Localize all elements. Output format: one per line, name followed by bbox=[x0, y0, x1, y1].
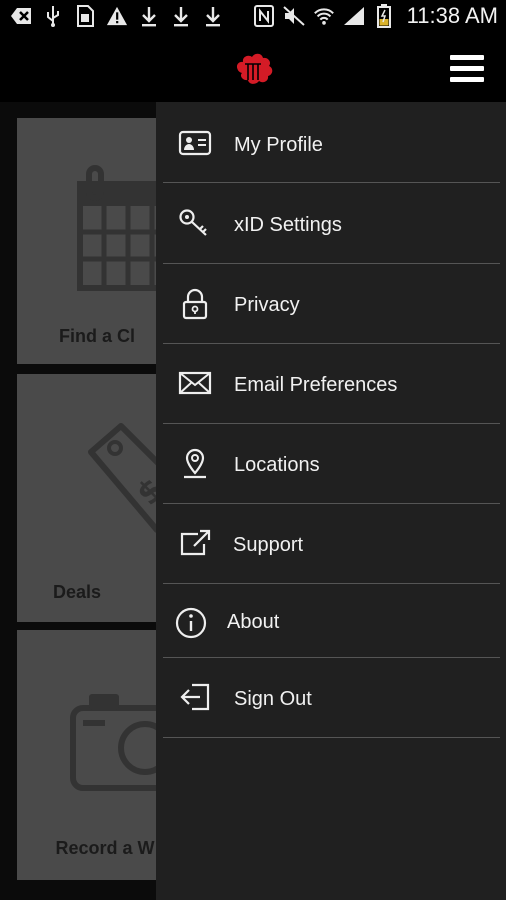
menu-item-label: About bbox=[227, 611, 280, 633]
divider bbox=[163, 657, 500, 658]
menu-item-my-profile[interactable]: My Profile bbox=[156, 104, 506, 182]
menu-item-label: Email Preferences bbox=[234, 374, 398, 396]
usb-icon bbox=[42, 4, 64, 28]
mute-icon bbox=[283, 4, 305, 28]
menu-item-sign-out[interactable]: Sign Out bbox=[156, 659, 506, 737]
menu-item-label: Sign Out bbox=[234, 688, 312, 710]
key-icon bbox=[178, 208, 212, 238]
sim-card-icon bbox=[74, 4, 96, 28]
back-arrow-icon bbox=[10, 4, 32, 28]
wifi-icon bbox=[313, 4, 335, 28]
info-icon bbox=[174, 606, 208, 639]
tile-deals[interactable]: $ Deals bbox=[17, 374, 177, 622]
status-bar: 11:38 AM bbox=[0, 0, 506, 36]
signal-icon bbox=[343, 4, 365, 28]
warning-icon bbox=[106, 4, 128, 28]
tile-find-class[interactable]: Find a Cl bbox=[17, 118, 177, 364]
external-link-icon bbox=[178, 528, 212, 558]
menu-item-about[interactable]: About bbox=[156, 584, 506, 662]
menu-item-privacy[interactable]: Privacy bbox=[156, 264, 506, 342]
divider bbox=[163, 182, 500, 183]
app-logo bbox=[232, 50, 274, 90]
menu-item-label: Support bbox=[233, 534, 304, 556]
profile-card-icon bbox=[178, 129, 212, 159]
navigation-drawer: My Profile xID Settings Privacy Email Pr… bbox=[156, 102, 506, 900]
download-icon bbox=[170, 4, 192, 28]
envelope-icon bbox=[178, 369, 212, 399]
tile-label: Deals bbox=[52, 582, 102, 602]
battery-icon bbox=[373, 4, 395, 28]
menu-item-label: Privacy bbox=[234, 294, 300, 316]
menu-item-label: Locations bbox=[234, 454, 320, 476]
tile-label: Find a Cl bbox=[59, 326, 135, 346]
status-time: 11:38 AM bbox=[406, 3, 498, 28]
location-pin-icon bbox=[178, 447, 212, 479]
menu-item-label: xID Settings bbox=[234, 214, 342, 236]
status-left-icons bbox=[10, 4, 224, 28]
menu-item-label: My Profile bbox=[234, 134, 323, 156]
menu-item-locations[interactable]: Locations bbox=[156, 424, 506, 502]
divider bbox=[163, 737, 500, 738]
download-icon bbox=[138, 4, 160, 28]
tile-label: Record a W bbox=[55, 838, 155, 858]
menu-item-support[interactable]: Support bbox=[156, 504, 506, 582]
hamburger-menu-icon[interactable] bbox=[450, 55, 484, 83]
tile-record-workout[interactable]: Record a W bbox=[17, 630, 177, 880]
lock-icon bbox=[178, 288, 212, 320]
menu-item-xid-settings[interactable]: xID Settings bbox=[156, 184, 506, 262]
download-icon bbox=[202, 4, 224, 28]
status-right-icons: 11:38 AM bbox=[253, 3, 498, 29]
menu-item-email-preferences[interactable]: Email Preferences bbox=[156, 344, 506, 422]
sign-out-icon bbox=[178, 681, 212, 711]
nfc-icon bbox=[253, 4, 275, 28]
